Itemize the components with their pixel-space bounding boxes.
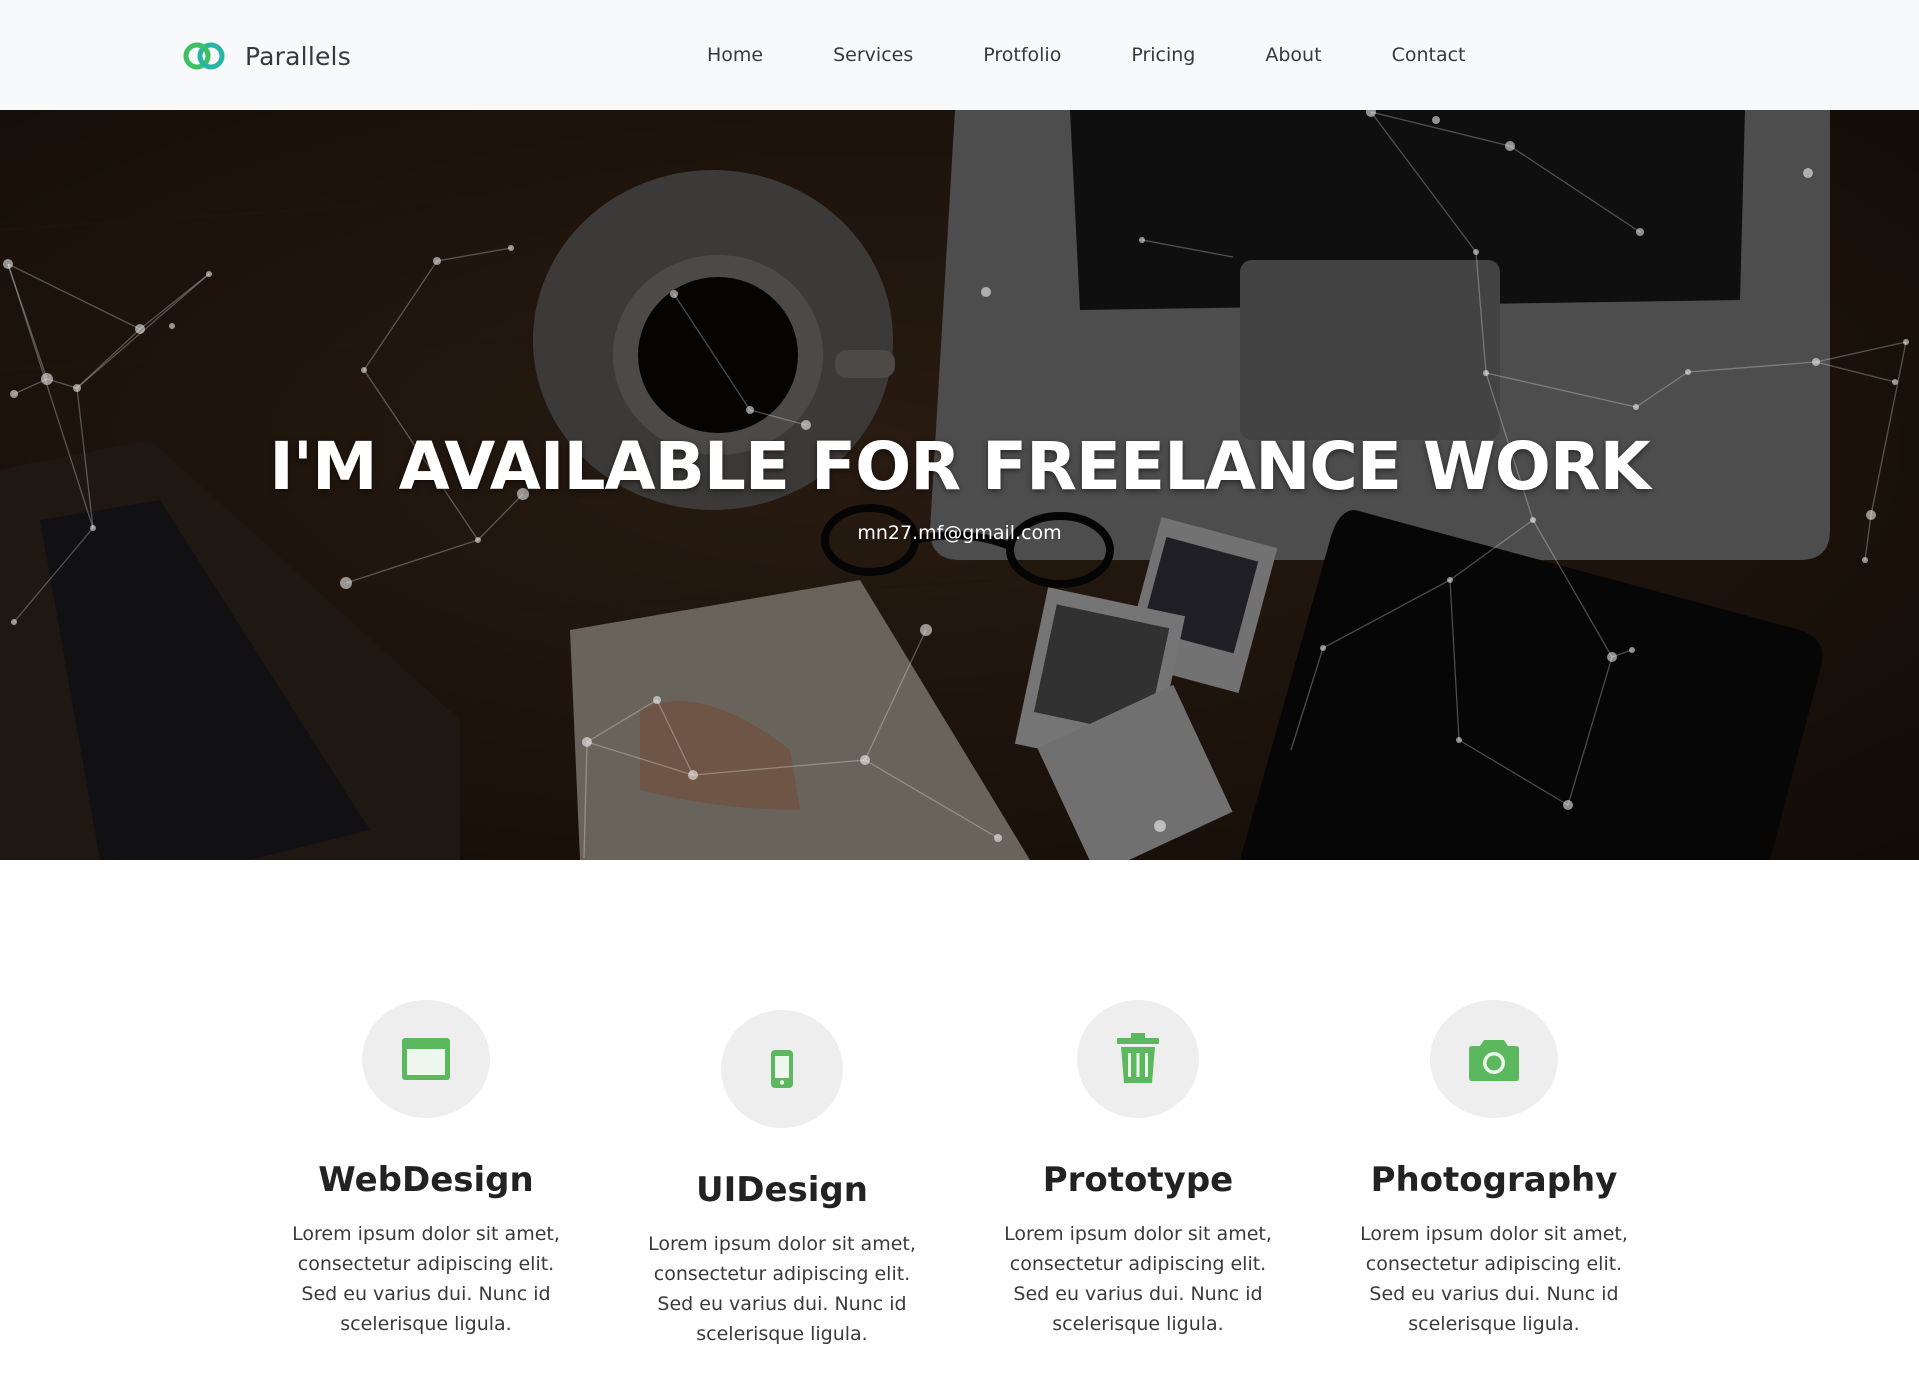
hero-email-link[interactable]: mn27.mf@gmail.com: [0, 522, 1919, 544]
navbar: Parallels Home Services Protfolio Pricin…: [0, 0, 1919, 111]
nav-about[interactable]: About: [1265, 44, 1321, 66]
service-title: WebDesign: [318, 1160, 534, 1200]
service-card-photography: Photography Lorem ipsum dolor sit amet, …: [1334, 1000, 1654, 1339]
service-description: Lorem ipsum dolor sit amet, consectetur …: [1360, 1222, 1628, 1335]
service-icon-circle: [1430, 1000, 1558, 1118]
nav-pricing[interactable]: Pricing: [1131, 44, 1195, 66]
browser-window-icon: [402, 1038, 450, 1080]
nav-services[interactable]: Services: [833, 44, 913, 66]
service-title: Prototype: [1042, 1160, 1234, 1200]
service-icon-circle: [721, 1010, 843, 1128]
brand-name: Parallels: [245, 41, 351, 71]
hero-section: I'M AVAILABLE FOR FREELANCE WORK mn27.mf…: [0, 110, 1919, 860]
nav-links: Home Services Protfolio Pricing About Co…: [672, 0, 1500, 110]
hero-title: I'M AVAILABLE FOR FREELANCE WORK: [269, 428, 1651, 505]
service-icon-circle: [362, 1000, 490, 1118]
service-description: Lorem ipsum dolor sit amet, consectetur …: [1004, 1222, 1272, 1335]
service-title: Photography: [1370, 1160, 1618, 1200]
service-card-prototype: Prototype Lorem ipsum dolor sit amet, co…: [978, 1000, 1298, 1339]
service-description: Lorem ipsum dolor sit amet, consectetur …: [648, 1232, 916, 1345]
nav-portfolio[interactable]: Protfolio: [983, 44, 1061, 66]
service-title: UIDesign: [696, 1170, 868, 1210]
service-description: Lorem ipsum dolor sit amet, consectetur …: [292, 1222, 560, 1335]
mobile-phone-icon: [771, 1050, 793, 1088]
service-card-webdesign: WebDesign Lorem ipsum dolor sit amet, co…: [266, 1000, 586, 1339]
nav-contact[interactable]: Contact: [1392, 44, 1466, 66]
trash-can-icon: [1117, 1033, 1159, 1083]
brand[interactable]: Parallels: [181, 36, 351, 76]
camera-icon: [1469, 1040, 1519, 1081]
service-card-uidesign: UIDesign Lorem ipsum dolor sit amet, con…: [622, 1010, 942, 1349]
nav-home[interactable]: Home: [707, 44, 763, 66]
service-icon-circle: [1077, 1000, 1199, 1118]
link-rings-icon: [183, 42, 225, 70]
